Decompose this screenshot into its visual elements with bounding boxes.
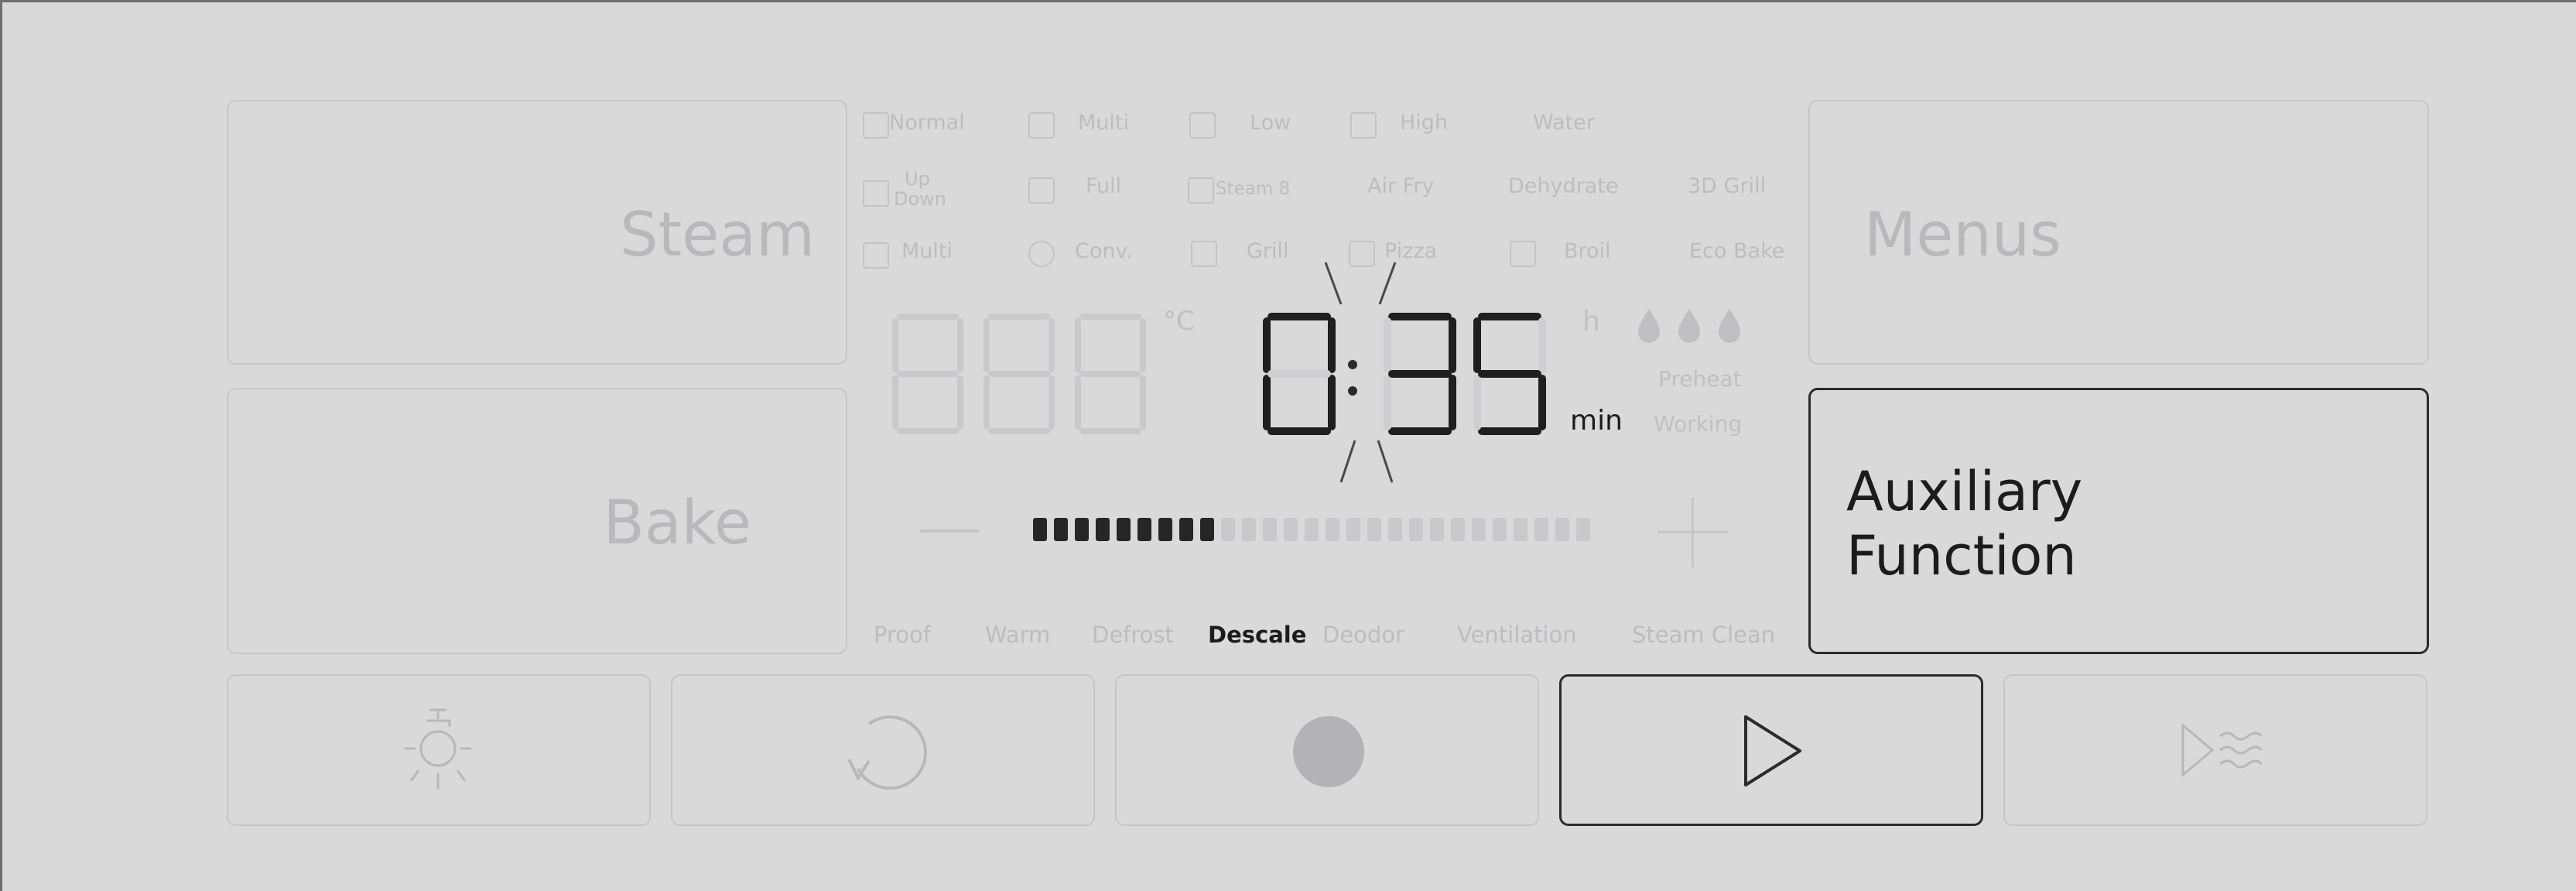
normal-mode-icon [863, 112, 889, 139]
function-defrost[interactable]: Defrost [1092, 622, 1174, 648]
mode-multi-bottom[interactable]: Multi [901, 239, 953, 263]
level-bar [1033, 518, 1590, 541]
level-segment-8 [1200, 518, 1214, 541]
level-segment-22 [1493, 518, 1507, 541]
mode-high[interactable]: High [1400, 111, 1448, 135]
low-steam-icon [1189, 112, 1216, 139]
mode-eco-bake[interactable]: Eco Bake [1689, 239, 1784, 263]
mode-steam8[interactable]: Steam 8 [1216, 179, 1290, 199]
level-segment-16 [1367, 518, 1381, 541]
multi-mode-icon [1028, 112, 1055, 139]
level-segment-11 [1263, 518, 1277, 541]
function-ventilation[interactable]: Ventilation [1457, 622, 1577, 648]
level-segment-15 [1346, 518, 1360, 541]
temperature-display [892, 314, 1146, 434]
light-button[interactable] [227, 674, 651, 826]
function-steam-clean[interactable]: Steam Clean [1632, 622, 1775, 648]
level-segment-18 [1409, 518, 1423, 541]
level-segment-3 [1096, 518, 1110, 541]
level-segment-13 [1305, 518, 1319, 541]
mode-water[interactable]: Water [1533, 111, 1595, 135]
level-segment-20 [1451, 518, 1465, 541]
time-blink-indicator-bottom [1339, 440, 1394, 483]
oven-control-panel: Steam Bake Menus Auxiliary Function Norm… [0, 0, 2576, 891]
high-steam-icon [1350, 112, 1377, 139]
water-level-drops [1638, 309, 1740, 343]
function-proof[interactable]: Proof [874, 622, 931, 648]
level-segment-9 [1221, 518, 1235, 541]
function-deodor[interactable]: Deodor [1322, 622, 1404, 648]
time-display [1263, 262, 1546, 435]
level-segment-1 [1054, 518, 1068, 541]
level-segment-7 [1179, 518, 1193, 541]
hour-unit: h [1582, 306, 1600, 338]
steam-button-label: Steam [620, 200, 815, 270]
temperature-unit: °C [1163, 306, 1195, 337]
convection-fan-icon [1028, 241, 1055, 267]
level-segment-2 [1075, 518, 1089, 541]
level-segment-4 [1117, 518, 1131, 541]
bake-button-label: Bake [603, 488, 751, 558]
play-steam-icon [2181, 722, 2263, 778]
level-segment-12 [1284, 518, 1298, 541]
function-descale[interactable]: Descale [1208, 622, 1306, 648]
steam-start-button[interactable] [2003, 674, 2427, 826]
level-segment-23 [1514, 518, 1527, 541]
level-segment-5 [1137, 518, 1151, 541]
steam8-mode-icon [1188, 177, 1214, 204]
mode-low[interactable]: Low [1250, 111, 1291, 135]
mode-conv[interactable]: Conv. [1075, 239, 1133, 263]
bake-button[interactable]: Bake [227, 388, 847, 654]
light-icon [405, 708, 471, 789]
minute-unit: min [1570, 405, 1623, 437]
rotate-button[interactable] [671, 674, 1095, 826]
level-segment-14 [1326, 518, 1339, 541]
record-icon [1293, 716, 1364, 787]
start-button[interactable] [1559, 674, 1983, 826]
mode-dehydrate[interactable]: Dehydrate [1508, 174, 1618, 198]
auxiliary-function-label: Auxiliary Function [1846, 460, 2082, 588]
multi-mode-bottom-icon [863, 242, 889, 269]
mode-multi-top[interactable]: Multi [1078, 111, 1129, 135]
level-segment-17 [1388, 518, 1402, 541]
full-mode-icon [1028, 177, 1055, 204]
mode-broil[interactable]: Broil [1564, 239, 1611, 263]
auxiliary-label-line1: Auxiliary [1846, 460, 2083, 523]
grill-fan-icon [1191, 241, 1217, 267]
auxiliary-function-button[interactable]: Auxiliary Function [1808, 388, 2429, 654]
preheat-indicator: Preheat [1658, 366, 1742, 392]
rotate-icon [847, 715, 928, 790]
menus-button[interactable]: Menus [1808, 100, 2429, 365]
level-segment-26 [1576, 518, 1590, 541]
level-segment-21 [1472, 518, 1486, 541]
level-segment-24 [1534, 518, 1548, 541]
auxiliary-label-line2: Function [1846, 523, 2077, 588]
mode-down[interactable]: Down [894, 188, 946, 210]
steam-button[interactable]: Steam [227, 100, 847, 365]
level-segment-19 [1430, 518, 1444, 541]
level-segment-10 [1242, 518, 1256, 541]
minus-button[interactable] [920, 529, 979, 533]
plus-icon-vertical [1692, 498, 1694, 567]
level-segment-6 [1158, 518, 1172, 541]
working-indicator: Working [1654, 411, 1743, 437]
level-segment-0 [1033, 518, 1047, 541]
mode-normal[interactable]: Normal [889, 111, 965, 135]
mode-air-fry[interactable]: Air Fry [1367, 174, 1434, 198]
plus-button[interactable] [1658, 498, 1728, 567]
mode-up[interactable]: Up [905, 168, 930, 190]
mode-3d-grill[interactable]: 3D Grill [1688, 174, 1766, 198]
up-down-mode-icon [863, 180, 889, 207]
play-icon [1744, 715, 1801, 786]
menus-button-label: Menus [1864, 200, 2061, 270]
level-segment-25 [1555, 518, 1569, 541]
record-button[interactable] [1115, 674, 1539, 826]
mode-full[interactable]: Full [1086, 174, 1121, 198]
function-warm[interactable]: Warm [985, 622, 1050, 648]
